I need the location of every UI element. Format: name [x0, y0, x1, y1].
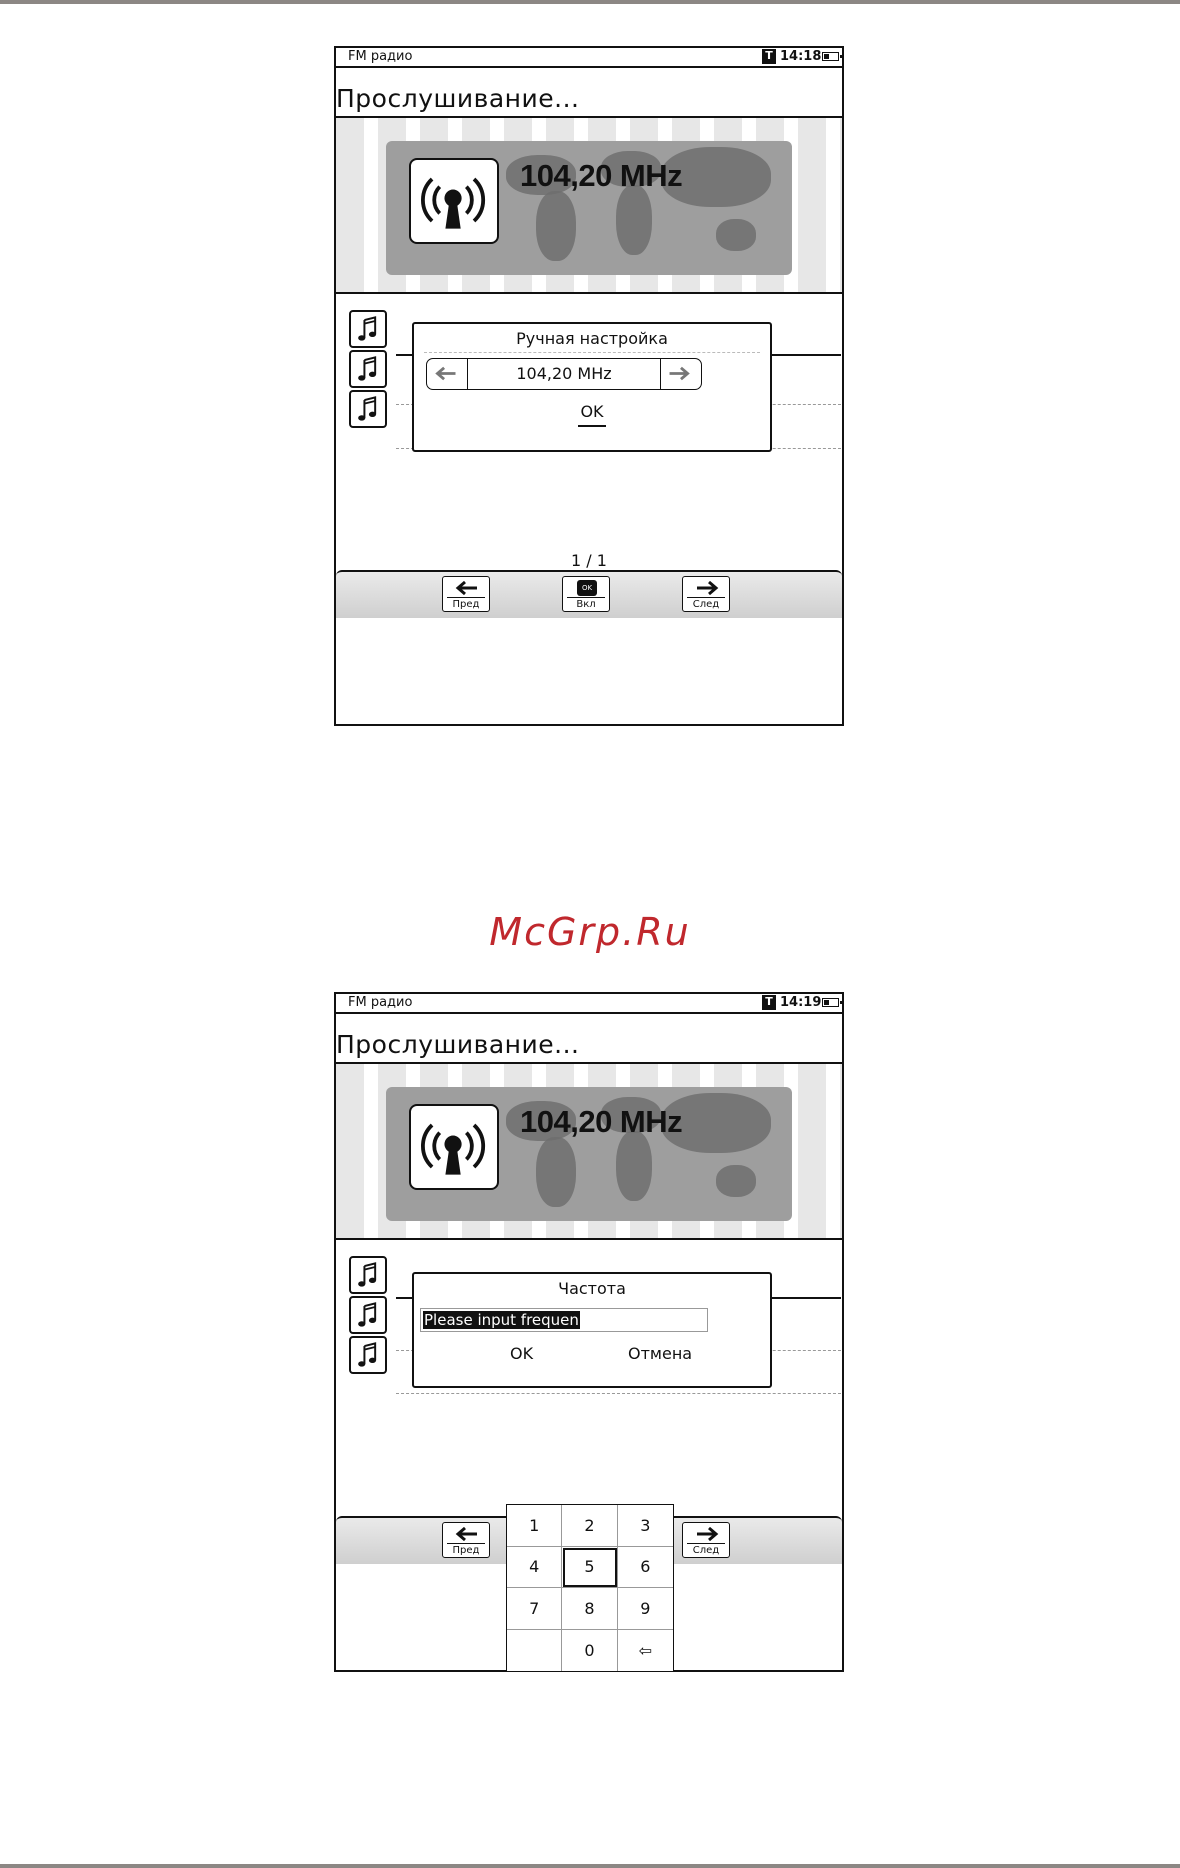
ok-button[interactable]: OK: [414, 402, 770, 427]
prev-label: Пред: [452, 599, 480, 610]
key-7[interactable]: 7: [507, 1588, 563, 1630]
key-8[interactable]: 8: [562, 1588, 618, 1630]
arrow-right-icon: [697, 581, 719, 595]
music-note-icon[interactable]: [349, 310, 387, 348]
music-note-icon[interactable]: [349, 350, 387, 388]
music-note-icon[interactable]: [349, 1336, 387, 1374]
prev-button[interactable]: Пред: [442, 576, 490, 612]
arrow-left-icon: [455, 581, 477, 595]
key-blank: [507, 1629, 563, 1671]
next-label: След: [692, 599, 720, 610]
clock: 14:19: [780, 995, 822, 1010]
ok-button[interactable]: OK: [510, 1344, 533, 1363]
frequency-input-value: Please input frequen: [423, 1311, 580, 1329]
app-title: FM радио: [348, 995, 413, 1010]
clock: 14:18: [780, 49, 822, 64]
key-6[interactable]: 6: [617, 1547, 673, 1588]
current-frequency: 104,20 MHz: [520, 1104, 683, 1139]
increase-frequency-button[interactable]: [660, 359, 701, 389]
watermark-text: McGrp.Ru: [489, 910, 691, 954]
station-banner: 104,20 MHz: [336, 1062, 842, 1240]
decrease-frequency-button[interactable]: [427, 359, 468, 389]
prev-label: Пред: [452, 1545, 480, 1556]
dialog-title: Частота: [558, 1279, 626, 1298]
dialog-title: Ручная настройка: [516, 329, 668, 348]
page-title: Прослушивание...: [336, 84, 580, 113]
page-top-rule: [0, 0, 1180, 4]
next-button[interactable]: След: [682, 576, 730, 612]
radio-tower-icon: [409, 158, 499, 244]
key-2[interactable]: 2: [562, 1505, 618, 1547]
music-note-icon[interactable]: [349, 1256, 387, 1294]
cancel-button[interactable]: Отмена: [628, 1344, 692, 1363]
next-label: След: [692, 1545, 720, 1556]
arrow-right-icon: [697, 1527, 719, 1541]
key-3[interactable]: 3: [617, 1505, 673, 1547]
page-bottom-rule: [0, 1864, 1180, 1868]
music-note-icon[interactable]: [349, 1296, 387, 1334]
device-screen-manual-tuning: FM радио T 14:18 Прослушивание... 104,20…: [334, 46, 844, 726]
key-1[interactable]: 1: [507, 1505, 563, 1547]
manual-tuning-dialog: Ручная настройка 104,20 MHz OK: [412, 322, 772, 452]
on-label: Вкл: [576, 599, 596, 610]
page-indicator: 1 / 1: [571, 551, 607, 570]
t-badge-icon: T: [762, 49, 776, 64]
status-bar: FM радио T 14:18: [336, 48, 842, 68]
backspace-key-icon[interactable]: ⇦: [618, 1630, 673, 1672]
current-frequency: 104,20 MHz: [520, 158, 683, 193]
arrow-left-icon: [435, 366, 456, 381]
power-on-button[interactable]: OK Вкл: [562, 576, 610, 612]
frequency-spinner: 104,20 MHz: [426, 358, 702, 390]
prev-button[interactable]: Пред: [442, 1522, 490, 1558]
arrow-left-icon: [455, 1527, 477, 1541]
key-9[interactable]: 9: [617, 1588, 673, 1630]
battery-level: [824, 1000, 829, 1005]
bottom-nav-bar: Пред OK Вкл След: [336, 570, 842, 618]
key-4[interactable]: 4: [507, 1546, 563, 1588]
key-5[interactable]: 5: [562, 1546, 618, 1588]
status-bar: FM радио T 14:19: [336, 994, 842, 1014]
battery-level: [824, 54, 829, 59]
ok-label: OK: [578, 402, 606, 427]
list-divider: [396, 1393, 841, 1394]
page-title: Прослушивание...: [336, 1030, 580, 1059]
numeric-keypad: 1 2 3 4 5 6 7 8 9 0 ⇦: [506, 1504, 674, 1672]
station-banner: 104,20 MHz: [336, 116, 842, 294]
battery-icon: [822, 52, 842, 61]
arrow-right-icon: [669, 366, 690, 381]
radio-tower-icon: [409, 1104, 499, 1190]
key-0[interactable]: 0: [562, 1629, 618, 1671]
music-note-icon[interactable]: [349, 390, 387, 428]
ok-key-icon: OK: [577, 580, 597, 596]
frequency-value: 104,20 MHz: [516, 364, 612, 383]
next-button[interactable]: След: [682, 1522, 730, 1558]
battery-icon: [822, 998, 842, 1007]
frequency-input[interactable]: Please input frequen: [420, 1308, 708, 1332]
frequency-dialog: Частота Please input frequen OK Отмена: [412, 1272, 772, 1388]
t-badge-icon: T: [762, 995, 776, 1010]
app-title: FM радио: [348, 49, 413, 64]
